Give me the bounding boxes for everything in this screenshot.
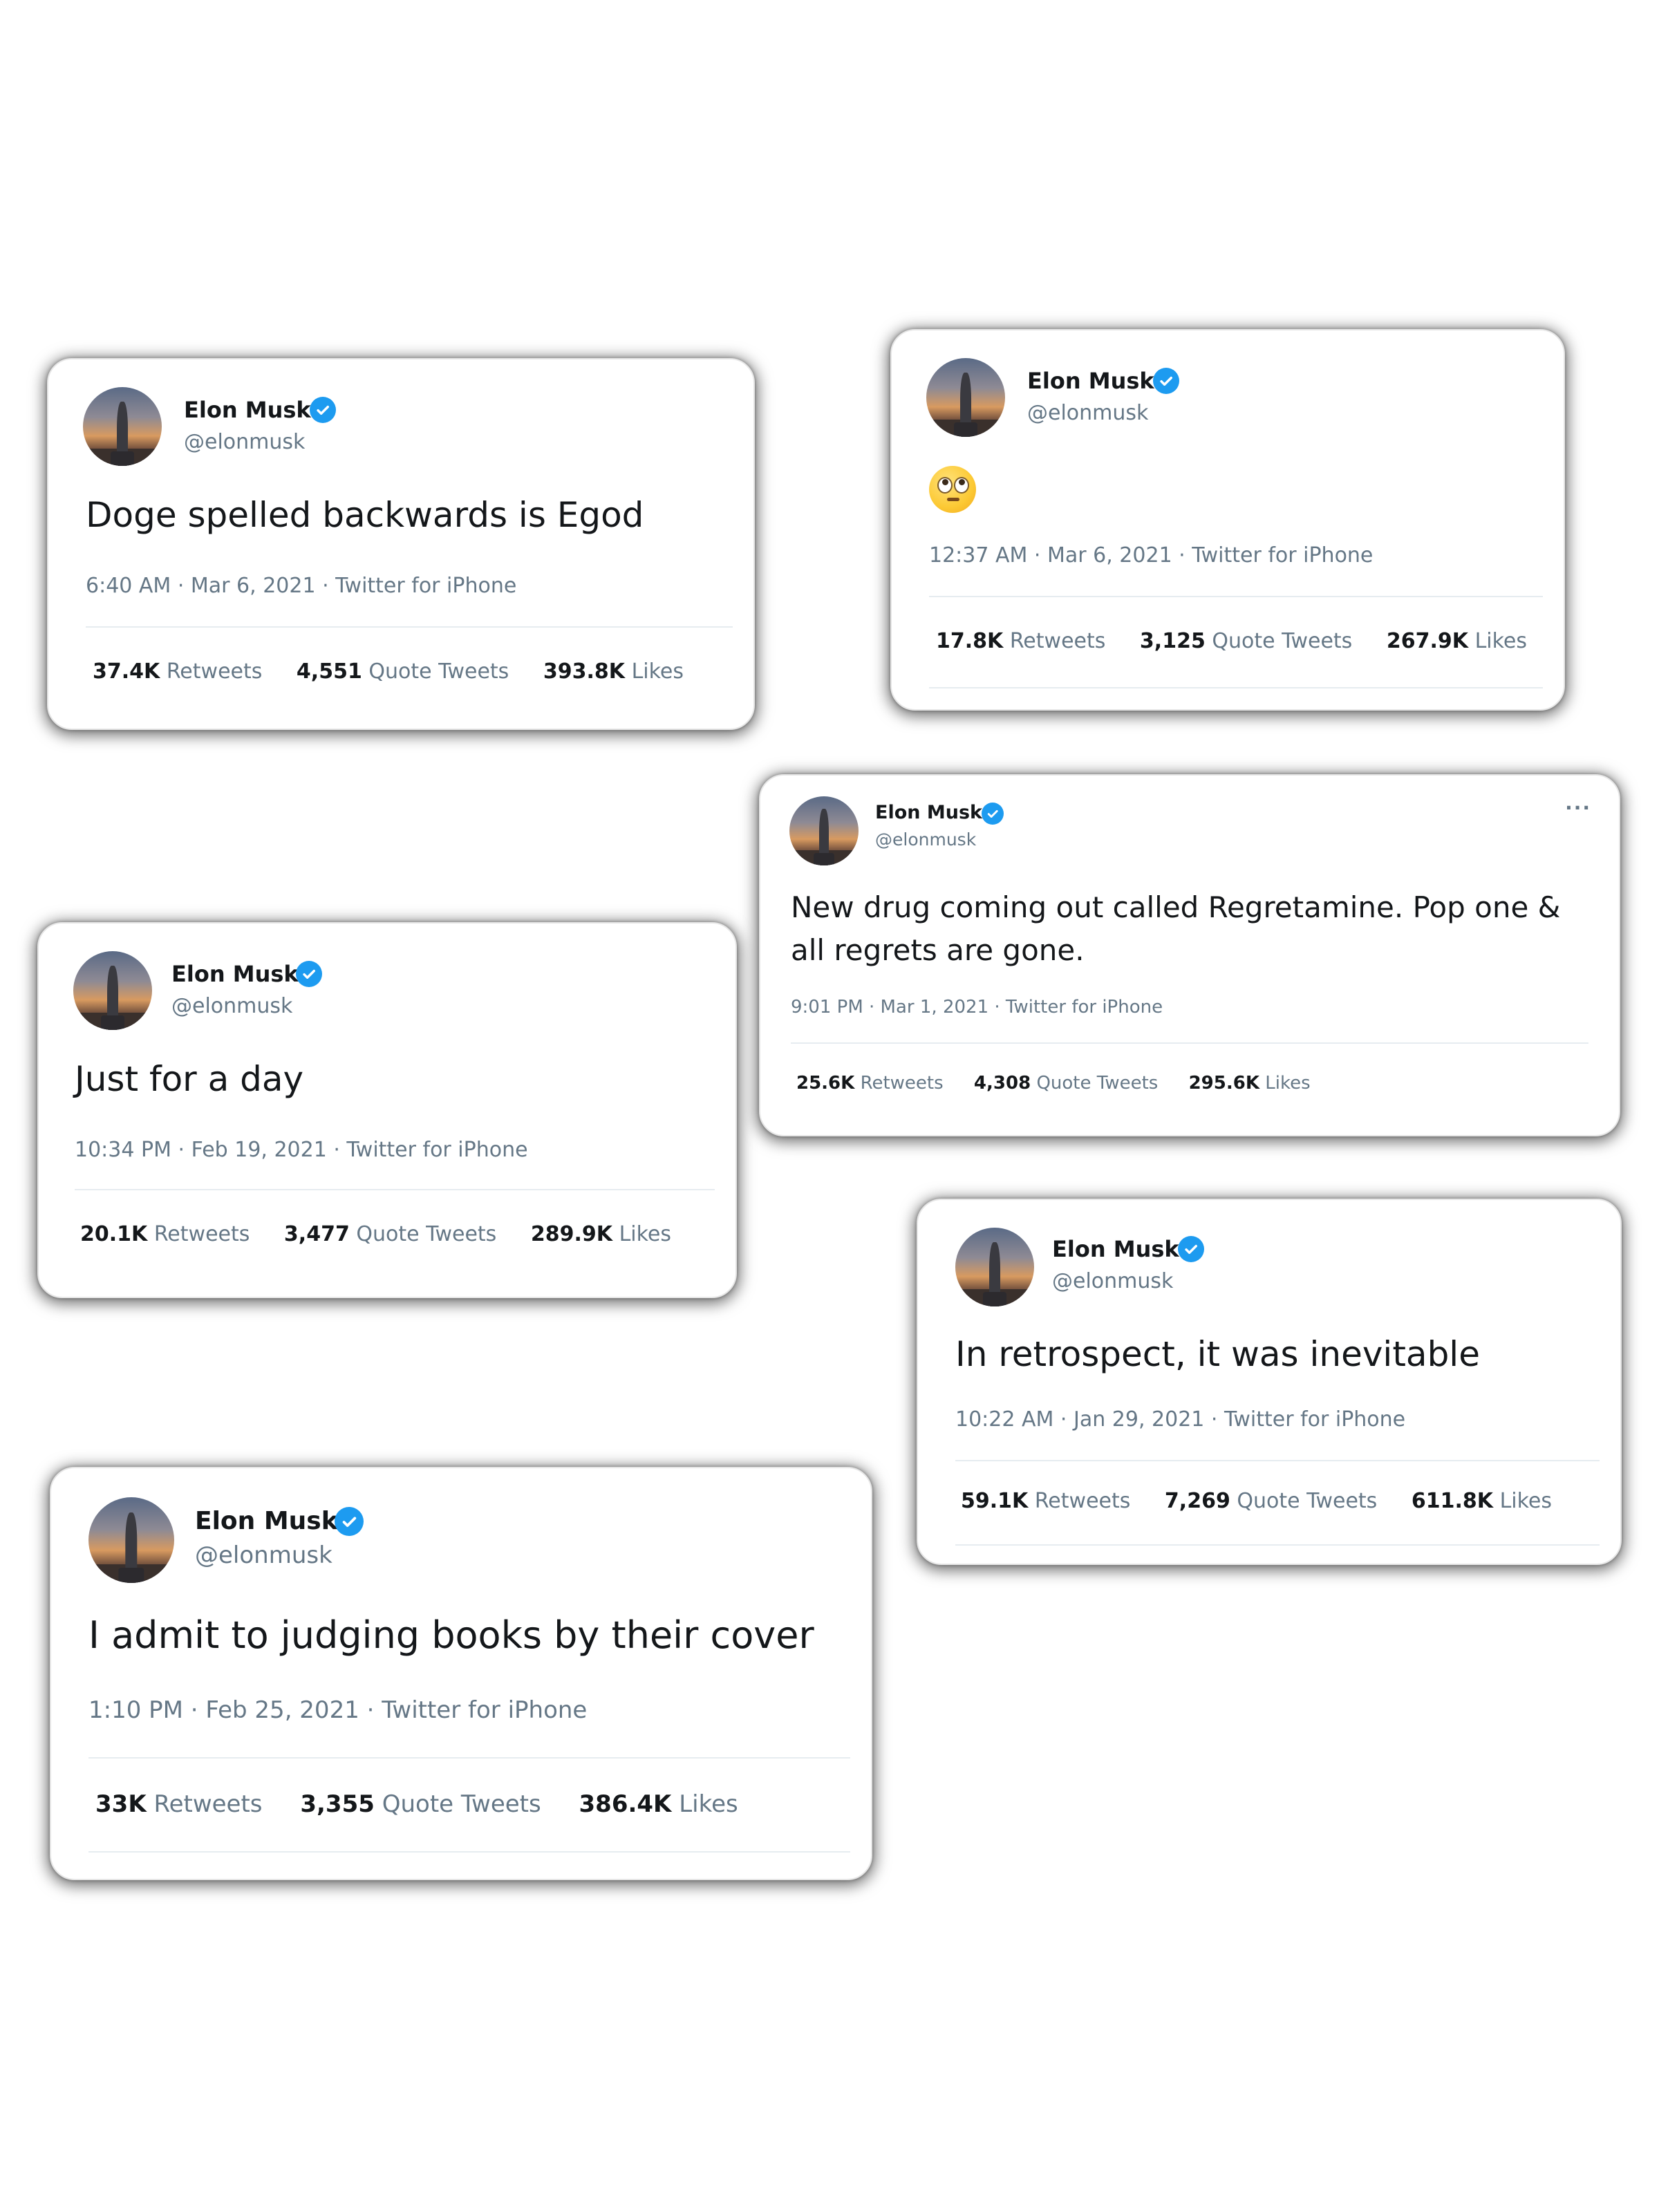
retweet-count[interactable]: 25.6K Retweets [796, 1073, 944, 1094]
divider [88, 1851, 850, 1853]
tweet-meta[interactable]: 12:37 AM · Mar 6, 2021 · Twitter for iPh… [929, 543, 1373, 568]
tweet-stats: 25.6K Retweets 4,308 Quote Tweets 295.6K… [796, 1073, 1311, 1094]
author-handle[interactable]: @elonmusk [875, 830, 976, 850]
retweet-count[interactable]: 17.8K Retweets [936, 629, 1105, 653]
author-handle[interactable]: @elonmusk [184, 430, 305, 454]
author-name[interactable]: Elon Musk [1027, 368, 1154, 394]
divider [955, 1460, 1600, 1461]
author-handle[interactable]: @elonmusk [1052, 1269, 1173, 1293]
tweet-card[interactable]: Elon Musk @elonmusk In retrospect, it wa… [917, 1199, 1622, 1565]
quote-tweet-count[interactable]: 7,269 Quote Tweets [1165, 1489, 1377, 1513]
tweet-stats: 37.4K Retweets 4,551 Quote Tweets 393.8K… [93, 659, 684, 684]
divider [791, 1042, 1588, 1044]
tweet-text: Doge spelled backwards is Egod [86, 495, 644, 535]
tweet-meta[interactable]: 1:10 PM · Feb 25, 2021 · Twitter for iPh… [88, 1696, 587, 1724]
divider [88, 1757, 850, 1759]
quote-tweet-count[interactable]: 3,477 Quote Tweets [284, 1222, 496, 1246]
tweet-stats: 33K Retweets 3,355 Quote Tweets 386.4K L… [95, 1790, 738, 1818]
tweet-stats: 17.8K Retweets 3,125 Quote Tweets 267.9K… [936, 629, 1527, 653]
avatar[interactable] [789, 796, 859, 865]
tweet-text: In retrospect, it was inevitable [955, 1334, 1480, 1374]
verified-badge-icon [296, 961, 322, 987]
retweet-count[interactable]: 37.4K Retweets [93, 659, 262, 684]
verified-badge-icon [1178, 1236, 1204, 1262]
divider [86, 626, 733, 628]
tweet-meta[interactable]: 6:40 AM · Mar 6, 2021 · Twitter for iPho… [86, 574, 516, 598]
verified-badge-icon [335, 1507, 364, 1536]
author-name[interactable]: Elon Musk [1052, 1236, 1179, 1262]
quote-tweet-count[interactable]: 4,308 Quote Tweets [974, 1073, 1158, 1094]
tweet-card[interactable]: Elon Musk @elonmusk Just for a day 10:34… [37, 922, 737, 1298]
author-handle[interactable]: @elonmusk [1027, 401, 1148, 425]
avatar[interactable] [88, 1497, 174, 1583]
tweet-meta[interactable]: 10:34 PM · Feb 19, 2021 · Twitter for iP… [75, 1138, 528, 1162]
author-name[interactable]: Elon Musk [184, 397, 311, 423]
avatar[interactable] [83, 387, 162, 466]
like-count[interactable]: 267.9K Likes [1387, 629, 1527, 653]
author-name[interactable]: Elon Musk [875, 802, 982, 823]
tweet-card[interactable]: Elon Musk @elonmusk ··· New drug coming … [759, 774, 1620, 1136]
tweet-card[interactable]: Elon Musk @elonmusk 12:37 AM · Mar 6, 20… [890, 329, 1565, 711]
tweet-card[interactable]: Elon Musk @elonmusk Doge spelled backwar… [47, 358, 755, 730]
retweet-count[interactable]: 59.1K Retweets [961, 1489, 1130, 1513]
retweet-count[interactable]: 20.1K Retweets [80, 1222, 250, 1246]
avatar[interactable] [73, 951, 152, 1030]
tweet-meta[interactable]: 9:01 PM · Mar 1, 2021 · Twitter for iPho… [791, 997, 1163, 1018]
author-name[interactable]: Elon Musk [195, 1507, 338, 1535]
author-handle[interactable]: @elonmusk [195, 1541, 332, 1569]
verified-badge-icon [982, 803, 1004, 825]
like-count[interactable]: 393.8K Likes [543, 659, 684, 684]
divider [929, 596, 1543, 597]
divider [75, 1189, 715, 1190]
like-count[interactable]: 611.8K Likes [1412, 1489, 1552, 1513]
tweet-meta[interactable]: 10:22 AM · Jan 29, 2021 · Twitter for iP… [955, 1407, 1405, 1432]
author-name[interactable]: Elon Musk [171, 961, 299, 987]
tweet-text-line-2: all regrets are gone. [791, 933, 1085, 967]
tweet-stats: 59.1K Retweets 7,269 Quote Tweets 611.8K… [961, 1489, 1552, 1513]
author-handle[interactable]: @elonmusk [171, 994, 292, 1018]
quote-tweet-count[interactable]: 3,125 Quote Tweets [1140, 629, 1352, 653]
like-count[interactable]: 295.6K Likes [1189, 1073, 1311, 1094]
tweet-text-line-1: New drug coming out called Regretamine. … [791, 890, 1561, 924]
tweet-text: I admit to judging books by their cover [88, 1613, 814, 1657]
more-options-button[interactable]: ··· [1565, 796, 1591, 819]
rolling-eyes-emoji-icon [929, 466, 976, 513]
avatar[interactable] [955, 1228, 1034, 1306]
verified-badge-icon [1153, 368, 1179, 394]
tweet-stats: 20.1K Retweets 3,477 Quote Tweets 289.9K… [80, 1222, 671, 1246]
like-count[interactable]: 386.4K Likes [579, 1790, 738, 1818]
retweet-count[interactable]: 33K Retweets [95, 1790, 263, 1818]
divider [929, 687, 1543, 688]
avatar[interactable] [926, 358, 1005, 437]
like-count[interactable]: 289.9K Likes [531, 1222, 671, 1246]
tweet-card[interactable]: Elon Musk @elonmusk I admit to judging b… [50, 1467, 872, 1880]
divider [955, 1544, 1600, 1546]
quote-tweet-count[interactable]: 3,355 Quote Tweets [300, 1790, 541, 1818]
verified-badge-icon [310, 397, 336, 423]
tweet-text: Just for a day [75, 1059, 304, 1099]
quote-tweet-count[interactable]: 4,551 Quote Tweets [297, 659, 509, 684]
